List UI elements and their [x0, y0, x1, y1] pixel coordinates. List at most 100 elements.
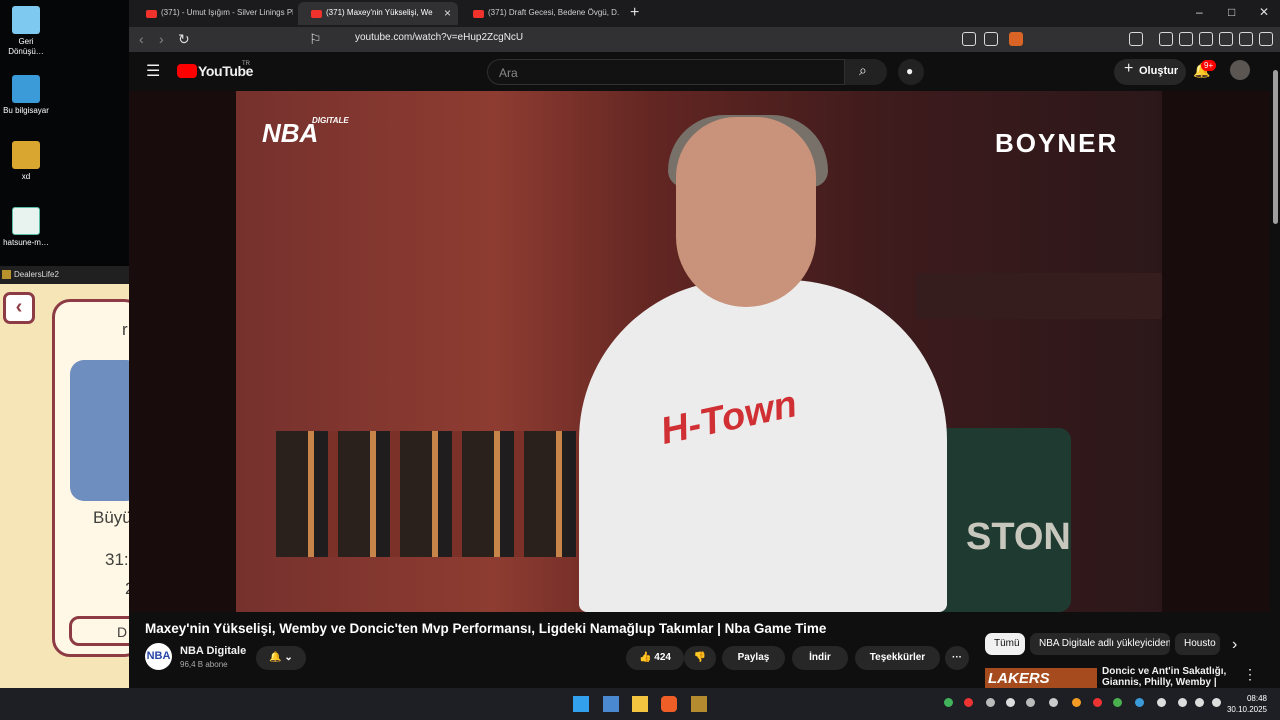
- sponsor-logo: BOYNER: [995, 128, 1119, 158]
- back-arrow-icon[interactable]: ‹: [3, 292, 35, 324]
- chip-houston[interactable]: Housto: [1175, 633, 1220, 655]
- tab-3[interactable]: (371) Draft Gecesi, Bedene Övgü, D.: [460, 2, 620, 25]
- reload-icon[interactable]: ↻: [178, 31, 190, 48]
- tab-label: (371) - Umut Işığım - Silver Linings Pl: [161, 8, 293, 17]
- video-title: Maxey'nin Yükselişi, Wemby ve Doncic'ten…: [145, 621, 827, 636]
- tray-steam-icon[interactable]: [986, 698, 995, 707]
- volume-icon[interactable]: [1195, 698, 1204, 707]
- widgets-icon[interactable]: [603, 696, 619, 712]
- browser-window: (371) - Umut Işığım - Silver Linings Pl …: [129, 0, 1280, 688]
- voice-search-icon[interactable]: ●: [898, 59, 924, 85]
- chip-uploader[interactable]: NBA Digitale adlı yükleyiciden: [1030, 633, 1170, 655]
- battery-icon[interactable]: [1212, 698, 1221, 707]
- music-icon[interactable]: [1159, 32, 1173, 46]
- taskbar: 08:48 30.10.2025: [0, 688, 1280, 720]
- search-icon: ⌕: [859, 62, 867, 78]
- more-vert-icon[interactable]: ⋮: [1243, 666, 1257, 683]
- download-button[interactable]: İndir: [792, 646, 848, 670]
- vpn-icon[interactable]: [1239, 32, 1253, 46]
- window-close-button[interactable]: ✕: [1259, 5, 1269, 19]
- tray-orange-icon[interactable]: [1072, 698, 1081, 707]
- search-input[interactable]: Ara: [487, 59, 845, 85]
- clock[interactable]: 08:48 30.10.2025: [1227, 693, 1267, 715]
- game-text-2: Büyü: [93, 508, 129, 527]
- microphone-icon[interactable]: [1157, 698, 1166, 707]
- youtube-logo-icon[interactable]: [177, 64, 197, 78]
- tray-blue-icon[interactable]: [1135, 698, 1144, 707]
- hamburger-menu-icon[interactable]: ☰: [146, 61, 160, 81]
- minimize-button[interactable]: –: [1196, 5, 1203, 19]
- image-file-label: hatsune-m…: [3, 238, 49, 247]
- bell-icon: 🔔 ⌄: [269, 652, 293, 663]
- tab-1[interactable]: (371) - Umut Işığım - Silver Linings Pl: [133, 2, 293, 25]
- date: 30.10.2025: [1226, 705, 1267, 714]
- image-file-icon[interactable]: hatsune-m…: [0, 207, 52, 248]
- search-button[interactable]: ⌕: [845, 59, 887, 85]
- forward-icon[interactable]: ›: [159, 31, 164, 47]
- dealerslife-window[interactable]: DealersLife2 ‹ r Büyü 31: 2 D: [0, 266, 129, 688]
- dislike-button[interactable]: 👎: [684, 646, 716, 670]
- leo-icon[interactable]: [1219, 32, 1233, 46]
- reader-icon[interactable]: [1129, 32, 1143, 46]
- game-text-1: r: [122, 320, 128, 339]
- channel-name[interactable]: NBA Digitale: [180, 645, 246, 657]
- close-tab-icon[interactable]: ×: [444, 6, 451, 20]
- chevron-right-icon[interactable]: ›: [1232, 636, 1237, 654]
- tab-label: (371) Draft Gecesi, Bedene Övgü, D.: [488, 8, 620, 17]
- subscribe-bell-button[interactable]: 🔔 ⌄: [256, 646, 306, 670]
- game-button[interactable]: D: [69, 616, 129, 646]
- new-tab-button[interactable]: +: [630, 4, 639, 22]
- folder-icon[interactable]: xd: [0, 141, 52, 182]
- youtube-favicon-icon: [473, 10, 484, 18]
- tray-back-icon[interactable]: [1026, 698, 1035, 707]
- thanks-button[interactable]: Teşekkürler: [855, 646, 940, 670]
- share-button[interactable]: Paylaş: [722, 646, 785, 670]
- back-icon[interactable]: ‹: [139, 31, 144, 47]
- share-icon[interactable]: [984, 32, 998, 46]
- more-actions-button[interactable]: ···: [945, 646, 969, 670]
- time: 08:48: [1246, 694, 1267, 703]
- dealerslife-titlebar[interactable]: DealersLife2: [0, 266, 129, 284]
- recommended-title[interactable]: Doncic ve Ant'in Sakatlığı, Giannis, Phi…: [1102, 666, 1237, 688]
- brave-shield-icon[interactable]: [1009, 32, 1023, 46]
- chip-all[interactable]: Tümü: [985, 633, 1025, 655]
- dealerslife-taskbar-icon[interactable]: [691, 696, 707, 712]
- region-code: TR: [242, 61, 250, 67]
- brave-browser-icon[interactable]: [661, 696, 677, 712]
- tray-record-icon[interactable]: [964, 698, 973, 707]
- tray-discord-icon[interactable]: [1049, 698, 1058, 707]
- bookmark-icon[interactable]: ⚐: [309, 31, 322, 48]
- sidebar-icon[interactable]: [1179, 32, 1193, 46]
- thumbs-down-icon: 👎: [693, 652, 707, 663]
- tray-nvidia-icon[interactable]: [944, 698, 953, 707]
- scrollbar-thumb[interactable]: [1273, 70, 1278, 224]
- tray-app-icon[interactable]: [1006, 698, 1015, 707]
- notification-badge: 9+: [1201, 60, 1217, 71]
- logo-small-text: DIGITALE: [312, 116, 349, 125]
- logo-text: NBA: [262, 118, 319, 148]
- network-icon[interactable]: [1178, 698, 1187, 707]
- tray-download-icon[interactable]: [1093, 698, 1102, 707]
- shoe-shelf: [916, 273, 1162, 319]
- youtube-header: ☰ YouTube TR Ara ⌕ ● Oluştur + 🔔 9+: [129, 52, 1280, 91]
- menu-icon[interactable]: [1259, 32, 1273, 46]
- folder-label: xd: [21, 172, 31, 181]
- video-player[interactable]: NBA DIGITALE BOYNER H-Town STON: [129, 91, 1270, 612]
- avatar[interactable]: [1230, 60, 1250, 80]
- wallet-icon[interactable]: [1199, 32, 1213, 46]
- tab-2[interactable]: (371) Maxey'nin Yükselişi, We ×: [298, 2, 458, 25]
- like-button[interactable]: 👍 424: [626, 646, 684, 670]
- windows-start-icon[interactable]: [573, 696, 589, 712]
- recycle-bin-icon[interactable]: Geri Dönüşü…: [0, 6, 52, 57]
- url-field[interactable]: youtube.com/watch?v=eHup2ZcgNcU: [355, 32, 523, 43]
- file-explorer-icon[interactable]: [632, 696, 648, 712]
- tab-label: (371) Maxey'nin Yükselişi, We: [326, 8, 433, 17]
- recommended-thumbnail[interactable]: LAKERS: [985, 668, 1097, 688]
- address-bar: ‹ › ↻ ⚐ youtube.com/watch?v=eHup2ZcgNcU: [129, 27, 1280, 52]
- this-pc-icon[interactable]: Bu bilgisayar: [0, 75, 52, 116]
- cast-icon[interactable]: [962, 32, 976, 46]
- channel-avatar[interactable]: NBA: [145, 643, 172, 670]
- nba-digitale-logo: NBA DIGITALE: [262, 116, 372, 156]
- tray-green-icon[interactable]: [1113, 698, 1122, 707]
- maximize-button[interactable]: □: [1228, 5, 1235, 19]
